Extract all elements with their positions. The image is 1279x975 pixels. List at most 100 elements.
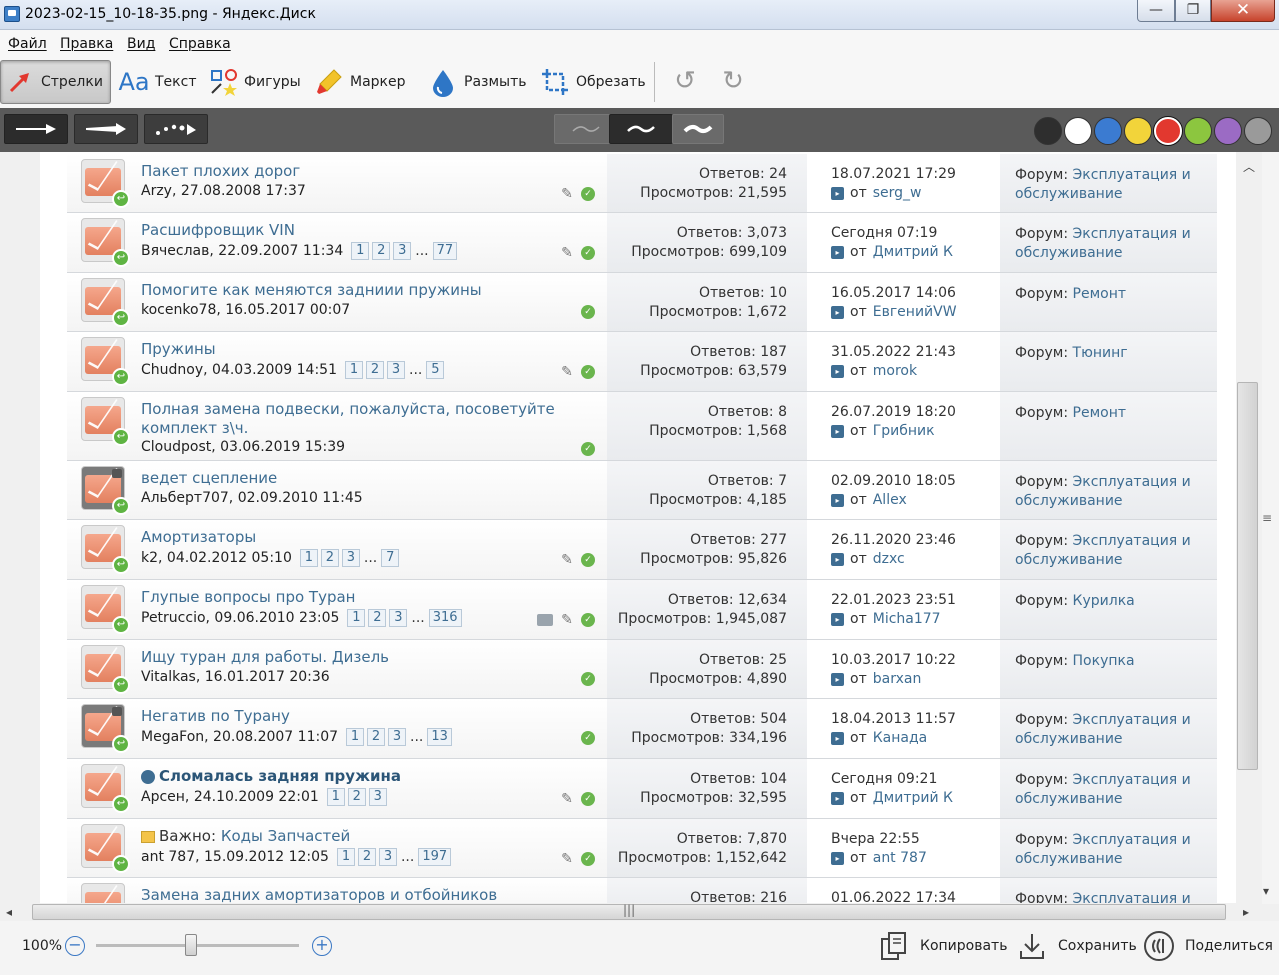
rotate-right-icon[interactable]: ↻ — [718, 66, 748, 96]
page-link[interactable]: 1 — [345, 361, 363, 379]
topic-title-link[interactable]: Ищу туран для работы. Дизель — [141, 648, 389, 666]
go-to-post-icon[interactable]: ▸ — [831, 731, 844, 745]
topic-title-link[interactable]: Помогите как меняются задниии пружины — [141, 281, 482, 299]
topic-author-date[interactable]: Vitalkas, 16.01.2017 20:36 — [141, 669, 330, 685]
last-post-user[interactable]: dzxc — [873, 551, 905, 567]
zoom-slider-thumb[interactable] — [185, 934, 197, 956]
scroll-down-icon[interactable]: ▾ — [1263, 884, 1269, 898]
last-post-user[interactable]: serg_w — [873, 185, 922, 201]
topic-title-link[interactable]: Глупые вопросы про Туран — [141, 588, 355, 606]
last-post-user[interactable]: Грибник — [873, 423, 935, 439]
go-to-post-icon[interactable]: ▸ — [831, 305, 844, 319]
last-post-user[interactable]: Дмитрий К — [873, 790, 953, 806]
page-link[interactable]: 197 — [418, 848, 452, 866]
page-link[interactable]: 3 — [378, 848, 397, 866]
page-link[interactable]: 7 — [381, 549, 400, 567]
page-link[interactable]: 3 — [388, 728, 407, 746]
scroll-left-icon[interactable]: ◂ — [6, 905, 12, 919]
stroke-medium-button[interactable] — [609, 114, 673, 144]
topic-title-link[interactable]: Полная замена подвески, пожалуйста, посо… — [141, 400, 555, 437]
topic-title-link[interactable]: Пакет плохих дорог — [141, 162, 300, 180]
forum-link[interactable]: Тюнинг — [1073, 345, 1128, 361]
tool-arrows[interactable]: Стрелки — [0, 60, 111, 104]
topic-title-link[interactable]: Амортизаторы — [141, 528, 256, 546]
topic-title-link[interactable]: Коды Запчастей — [221, 827, 350, 845]
last-post-user[interactable]: barxan — [873, 671, 922, 687]
go-to-post-icon[interactable]: ▸ — [831, 672, 844, 686]
topic-title-link[interactable]: ведет сцепление — [141, 469, 277, 487]
page-link[interactable]: 1 — [346, 728, 365, 746]
topic-author-date[interactable]: kocenko78, 16.05.2017 00:07 — [141, 302, 350, 318]
page-link[interactable]: 3 — [387, 361, 405, 379]
color-swatch[interactable] — [1154, 117, 1182, 145]
go-to-post-icon[interactable]: ▸ — [831, 552, 844, 566]
color-swatch[interactable] — [1064, 117, 1092, 145]
go-to-post-icon[interactable]: ▸ — [831, 364, 844, 378]
color-swatch[interactable] — [1214, 117, 1242, 145]
arrow-style-thin-button[interactable] — [4, 114, 68, 144]
page-link[interactable]: 1 — [351, 242, 370, 260]
color-swatch[interactable] — [1124, 117, 1152, 145]
topic-author-date[interactable]: Вячеслав, 22.09.2007 11:34 — [141, 243, 343, 259]
tool-marker[interactable]: Маркер — [310, 60, 410, 104]
last-post-user[interactable]: Micha177 — [873, 611, 941, 627]
forum-link[interactable]: Ремонт — [1073, 405, 1127, 421]
last-post-user[interactable]: ant 787 — [873, 850, 927, 866]
page-link[interactable]: 1 — [347, 609, 366, 627]
go-to-post-icon[interactable]: ▸ — [831, 245, 844, 259]
rotate-left-icon[interactable]: ↺ — [670, 66, 700, 96]
topic-author-date[interactable]: Arzy, 27.08.2008 17:37 — [141, 183, 306, 199]
last-post-user[interactable]: ЕвгенийVW — [873, 304, 957, 320]
color-swatch[interactable] — [1184, 117, 1212, 145]
page-link[interactable]: 316 — [428, 609, 462, 627]
zoom-slider[interactable] — [96, 944, 299, 947]
page-link[interactable]: 3 — [393, 242, 412, 260]
topic-author-date[interactable]: Cloudpost, 03.06.2019 15:39 — [141, 439, 345, 455]
zoom-out-button[interactable]: − — [65, 936, 85, 956]
topic-author-date[interactable]: Альберт707, 02.09.2010 11:45 — [141, 490, 363, 506]
topic-title-link[interactable]: Негатив по Турану — [141, 707, 290, 725]
page-link[interactable]: 5 — [426, 361, 445, 379]
topic-author-date[interactable]: Petruccio, 09.06.2010 23:05 — [141, 610, 339, 626]
page-link[interactable]: 2 — [368, 609, 387, 627]
page-link[interactable]: 77 — [432, 242, 458, 260]
page-link[interactable]: 2 — [357, 848, 376, 866]
forum-link[interactable]: Курилка — [1073, 593, 1135, 609]
page-link[interactable]: 13 — [427, 728, 452, 746]
page-link[interactable]: 3 — [368, 788, 387, 806]
go-to-post-icon[interactable]: ▸ — [831, 424, 844, 438]
go-to-post-icon[interactable]: ▸ — [831, 851, 844, 865]
color-swatch[interactable] — [1244, 117, 1272, 145]
minimize-button[interactable]: — — [1137, 0, 1175, 22]
page-link[interactable]: 2 — [366, 361, 384, 379]
maximize-button[interactable]: ❐ — [1175, 0, 1211, 22]
page-link[interactable]: 3 — [341, 549, 360, 567]
go-to-post-icon[interactable]: ▸ — [831, 493, 844, 507]
page-link[interactable]: 2 — [320, 549, 339, 567]
menu-file[interactable]: Файл — [8, 36, 47, 52]
topic-title-link[interactable]: Расшифровщик VIN — [141, 221, 295, 239]
close-button[interactable]: ✕ — [1211, 0, 1275, 22]
arrow-style-dotted-button[interactable] — [144, 114, 208, 144]
scroll-right-icon[interactable]: ▸ — [1243, 905, 1249, 919]
menu-view[interactable]: Вид — [127, 36, 155, 52]
save-button[interactable]: Сохранить — [1016, 930, 1137, 962]
stroke-thick-button[interactable] — [672, 114, 724, 144]
page-link[interactable]: 1 — [336, 848, 355, 866]
tool-crop[interactable]: Обрезать — [536, 60, 650, 104]
last-post-user[interactable]: morok — [873, 363, 917, 379]
topic-title-link[interactable]: Замена задних амортизаторов и отбойников — [141, 886, 497, 904]
page-link[interactable]: 1 — [326, 788, 345, 806]
outer-vertical-scrollbar[interactable] — [1262, 152, 1279, 904]
topic-author-date[interactable]: ant 787, 15.09.2012 12:05 — [141, 849, 329, 865]
topic-author-date[interactable]: Арсен, 24.10.2009 22:01 — [141, 789, 319, 805]
page-link[interactable]: 3 — [389, 609, 408, 627]
page-link[interactable]: 1 — [299, 549, 318, 567]
last-post-user[interactable]: Дмитрий К — [873, 244, 953, 260]
share-button[interactable]: Поделиться — [1143, 930, 1273, 962]
vertical-scroll-thumb[interactable] — [1237, 382, 1258, 770]
copy-button[interactable]: Копировать — [878, 930, 1007, 962]
page-link[interactable]: 2 — [367, 728, 386, 746]
zoom-in-button[interactable]: + — [312, 936, 332, 956]
go-to-post-icon[interactable]: ▸ — [831, 791, 844, 805]
